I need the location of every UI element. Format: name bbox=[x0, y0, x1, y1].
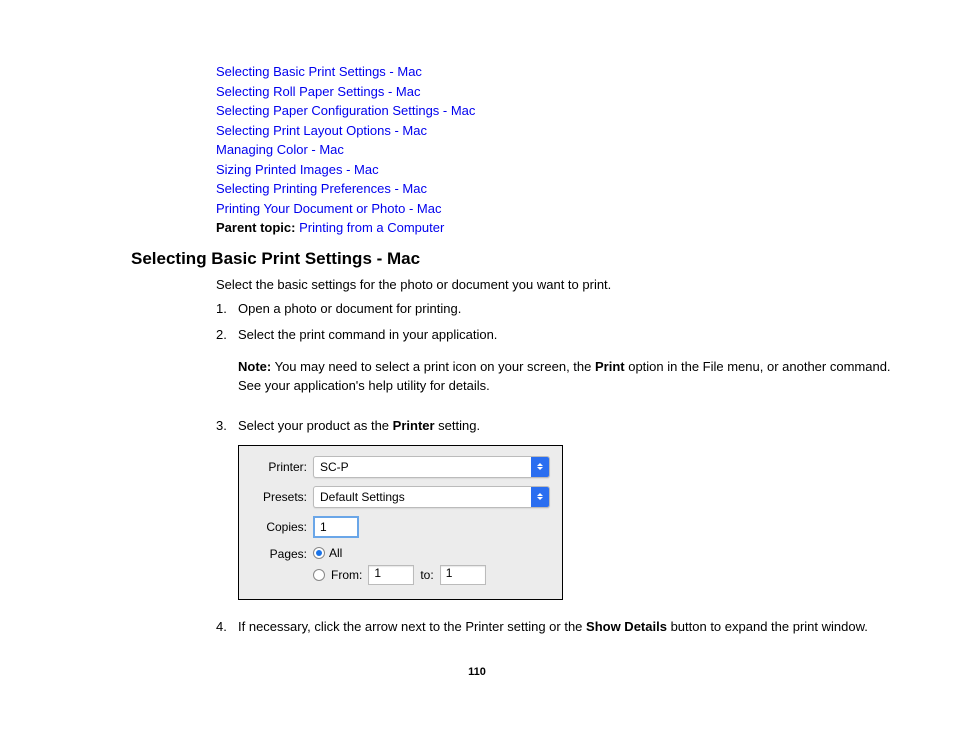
pages-all-radio[interactable]: All bbox=[313, 546, 342, 560]
link-print-layout-options[interactable]: Selecting Print Layout Options - Mac bbox=[216, 121, 904, 141]
step-number: 1. bbox=[216, 300, 238, 318]
step-2: 2. Select the print command in your appl… bbox=[216, 326, 904, 409]
copies-row: Copies: 1 bbox=[251, 516, 550, 538]
step-3: 3. Select your product as the Printer se… bbox=[216, 417, 904, 435]
step-text: Open a photo or document for printing. bbox=[238, 300, 904, 318]
step-number: 4. bbox=[216, 618, 238, 636]
parent-topic-label: Parent topic: bbox=[216, 220, 295, 235]
copies-input[interactable]: 1 bbox=[313, 516, 359, 538]
chevron-updown-icon bbox=[531, 457, 549, 477]
printer-select[interactable]: SC-P bbox=[313, 456, 550, 478]
print-dialog: Printer: SC-P Presets: Default Settings bbox=[238, 445, 563, 600]
link-roll-paper-settings[interactable]: Selecting Roll Paper Settings - Mac bbox=[216, 82, 904, 102]
presets-value: Default Settings bbox=[314, 486, 531, 508]
step-number: 3. bbox=[216, 417, 238, 435]
step-text-1: Select your product as the bbox=[238, 418, 393, 433]
step-text-1: If necessary, click the arrow next to th… bbox=[238, 619, 586, 634]
to-input[interactable]: 1 bbox=[440, 565, 486, 585]
parent-topic: Parent topic: Printing from a Computer bbox=[216, 220, 904, 235]
step-4: 4. If necessary, click the arrow next to… bbox=[216, 618, 904, 636]
printer-row: Printer: SC-P bbox=[251, 456, 550, 478]
step-bold: Show Details bbox=[586, 619, 667, 634]
step-text-2: button to expand the print window. bbox=[667, 619, 868, 634]
pages-from-row: From: 1 to: 1 bbox=[313, 565, 550, 585]
radio-unselected-icon[interactable] bbox=[313, 569, 325, 581]
parent-topic-link[interactable]: Printing from a Computer bbox=[299, 220, 444, 235]
section-heading: Selecting Basic Print Settings - Mac bbox=[131, 249, 904, 269]
note-text-1: You may need to select a print icon on y… bbox=[271, 359, 595, 374]
intro-text: Select the basic settings for the photo … bbox=[216, 277, 904, 292]
printer-label: Printer: bbox=[251, 460, 307, 474]
pages-row: Pages: All bbox=[251, 546, 550, 561]
link-printing-document-photo[interactable]: Printing Your Document or Photo - Mac bbox=[216, 199, 904, 219]
link-managing-color[interactable]: Managing Color - Mac bbox=[216, 140, 904, 160]
link-sizing-printed-images[interactable]: Sizing Printed Images - Mac bbox=[216, 160, 904, 180]
from-label: From: bbox=[331, 568, 362, 582]
step-number: 2. bbox=[216, 326, 238, 409]
presets-row: Presets: Default Settings bbox=[251, 486, 550, 508]
step-1: 1. Open a photo or document for printing… bbox=[216, 300, 904, 318]
note-label: Note: bbox=[238, 359, 271, 374]
related-links-list: Selecting Basic Print Settings - Mac Sel… bbox=[216, 62, 904, 218]
steps-list-cont: 4. If necessary, click the arrow next to… bbox=[216, 618, 904, 636]
chevron-updown-icon bbox=[531, 487, 549, 507]
step-text-2: setting. bbox=[435, 418, 481, 433]
page-number: 110 bbox=[0, 666, 954, 678]
link-basic-print-settings[interactable]: Selecting Basic Print Settings - Mac bbox=[216, 62, 904, 82]
radio-selected-icon bbox=[313, 547, 325, 559]
pages-label: Pages: bbox=[251, 546, 307, 561]
copies-label: Copies: bbox=[251, 520, 307, 534]
note-bold: Print bbox=[595, 359, 625, 374]
link-paper-configuration[interactable]: Selecting Paper Configuration Settings -… bbox=[216, 101, 904, 121]
presets-label: Presets: bbox=[251, 490, 307, 504]
steps-list: 1. Open a photo or document for printing… bbox=[216, 300, 904, 435]
from-input[interactable]: 1 bbox=[368, 565, 414, 585]
presets-select[interactable]: Default Settings bbox=[313, 486, 550, 508]
printer-value: SC-P bbox=[314, 456, 531, 478]
pages-all-label: All bbox=[329, 546, 342, 560]
step-bold: Printer bbox=[393, 418, 435, 433]
step-text: Select the print command in your applica… bbox=[238, 327, 497, 342]
to-label: to: bbox=[420, 568, 433, 582]
link-printing-preferences[interactable]: Selecting Printing Preferences - Mac bbox=[216, 179, 904, 199]
note: Note: You may need to select a print ico… bbox=[238, 358, 904, 394]
